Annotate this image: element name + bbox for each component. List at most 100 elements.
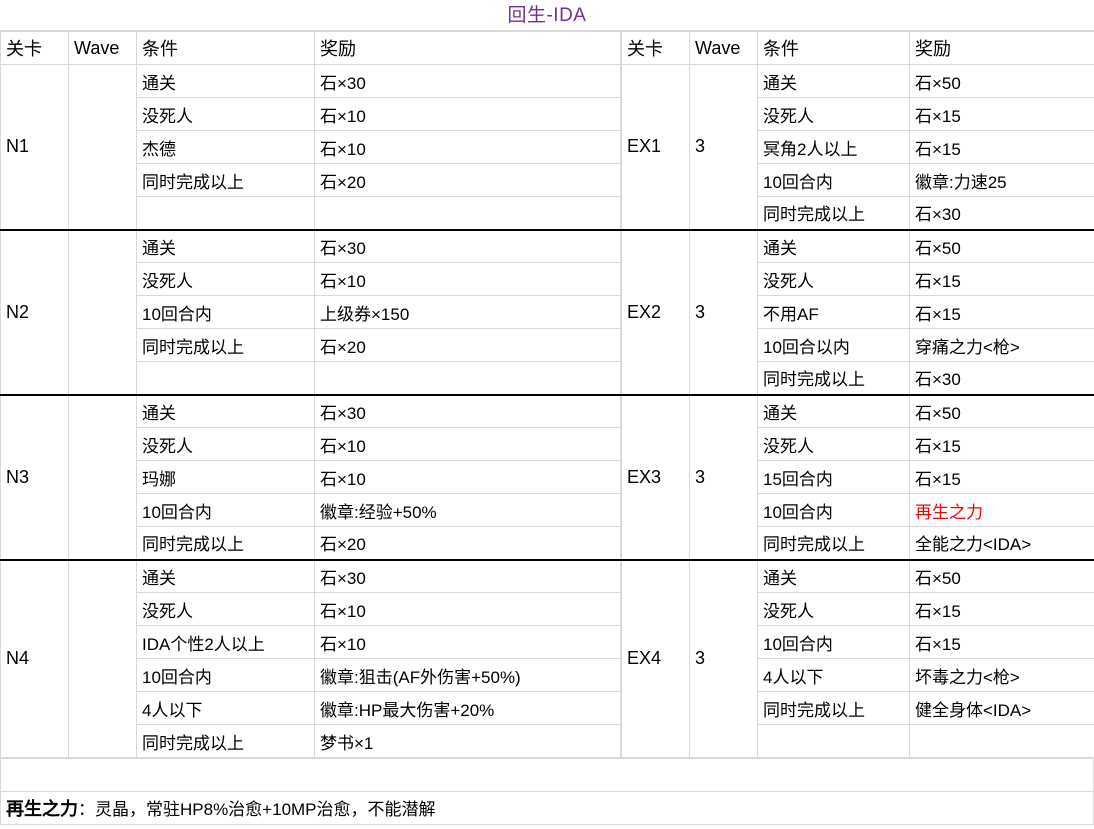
reward-cell: 石×50	[909, 558, 1094, 593]
table-header-row: 关卡 Wave 条件 奖励	[621, 31, 1094, 65]
spacer-row	[0, 758, 1094, 792]
table-row: EX2 3 通关 石×50	[621, 228, 1094, 395]
reward-cell: 石×15	[909, 295, 1094, 329]
reward-cell: 上级券×150	[314, 295, 621, 329]
tables-container: 关卡 Wave 条件 奖励 N1 通关 石×30 没死人 石×10 杰德 石×10 同时完成以…	[0, 31, 1094, 758]
table-row: N1 通关 石×30	[0, 64, 621, 230]
wave-cell: 3	[689, 393, 758, 560]
header-wave: Wave	[689, 31, 758, 65]
reward-cell: 石×30	[314, 393, 621, 428]
header-wave: Wave	[68, 31, 137, 65]
reward-cell: 徽章:狙击(AF外伤害+50%)	[314, 658, 621, 692]
reward-cell: 石×15	[909, 625, 1094, 659]
wave-cell	[68, 558, 137, 758]
reward-cell: 石×10	[314, 427, 621, 461]
stage-cell: EX1	[621, 64, 690, 230]
stage-cell: N3	[0, 393, 69, 560]
reward-cell: 梦书×1	[314, 724, 621, 758]
reward-cell: 坏毒之力<枪>	[909, 658, 1094, 692]
table-row: EX1 3 通关 石×50	[621, 64, 1094, 230]
condition-cell: 同时完成以上	[757, 526, 910, 561]
stage-cell: N4	[0, 558, 69, 758]
reward-cell: 徽章:力速25	[909, 163, 1094, 197]
condition-cell: 没死人	[757, 262, 910, 296]
condition-cell: 同时完成以上	[136, 328, 315, 362]
condition-cell: 没死人	[757, 427, 910, 461]
reward-cell: 石×50	[909, 393, 1094, 428]
reward-cell: 石×30	[909, 196, 1094, 231]
reward-cell: 石×20	[314, 163, 621, 197]
reward-cell: 石×30	[314, 64, 621, 98]
reward-cell: 石×10	[314, 592, 621, 626]
condition-cell: 10回合内	[136, 295, 315, 329]
condition-cell: 15回合内	[757, 460, 910, 494]
condition-cell	[136, 196, 315, 231]
reward-cell: 石×10	[314, 262, 621, 296]
stage-cell: EX4	[621, 558, 690, 758]
condition-cell: 同时完成以上	[136, 163, 315, 197]
reward-cell: 徽章:HP最大伤害+20%	[314, 691, 621, 725]
header-condition: 条件	[757, 31, 910, 65]
title-band: 回生-IDA	[0, 0, 1094, 31]
reward-cell: 石×30	[314, 228, 621, 263]
header-stage: 关卡	[621, 31, 690, 65]
reward-cell: 再生之力	[909, 493, 1094, 527]
condition-cell: 通关	[136, 228, 315, 263]
normal-stage-body: N1 通关 石×30 没死人 石×10 杰德 石×10 同时完成以上 石×20 N2 通关 石×30 没…	[0, 64, 621, 758]
condition-cell: 通关	[757, 393, 910, 428]
page-title: 回生-IDA	[507, 4, 587, 26]
table-row: EX4 3 通关 石×50	[621, 558, 1094, 758]
table-header-row: 关卡 Wave 条件 奖励	[0, 31, 621, 65]
reward-cell: 石×30	[314, 558, 621, 593]
header-condition: 条件	[136, 31, 315, 65]
wave-cell: 3	[689, 228, 758, 395]
stage-cell: EX3	[621, 393, 690, 560]
reward-cell	[909, 724, 1094, 758]
condition-cell: 同时完成以上	[757, 196, 910, 231]
condition-cell: 没死人	[757, 592, 910, 626]
extra-stage-table: 关卡 Wave 条件 奖励 EX1 3 通关 石×50 没死人 石×15 冥角2人以上 石×1…	[621, 31, 1094, 758]
table-row: EX3 3 通关 石×50	[621, 393, 1094, 560]
spacer-cell	[0, 758, 1094, 792]
condition-cell: 通关	[757, 558, 910, 593]
condition-cell: 不用AF	[757, 295, 910, 329]
footer-table: 再生之力：灵晶，常驻HP8%治愈+10MP治愈，不能潜解	[0, 758, 1094, 825]
table-row: N3 通关 石×30	[0, 393, 621, 560]
condition-cell: 通关	[757, 64, 910, 98]
table-row: N4 通关 石×30	[0, 558, 621, 758]
reward-cell: 石×50	[909, 228, 1094, 263]
condition-cell: 4人以下	[136, 691, 315, 725]
stage-cell: N2	[0, 228, 69, 395]
wave-cell	[68, 393, 137, 560]
reward-cell: 石×10	[314, 460, 621, 494]
condition-cell: 同时完成以上	[757, 691, 910, 725]
stage-cell: EX2	[621, 228, 690, 395]
reward-cell: 石×10	[314, 97, 621, 131]
condition-cell: 通关	[136, 393, 315, 428]
header-reward: 奖励	[909, 31, 1094, 65]
condition-cell: 通关	[136, 64, 315, 98]
spreadsheet-sheet: 回生-IDA 关卡 Wave 条件 奖励 N1 通关 石×30 没死人 石×10 杰德 石×…	[0, 0, 1094, 825]
header-reward: 奖励	[314, 31, 621, 65]
condition-cell: 杰德	[136, 130, 315, 164]
condition-cell: 没死人	[757, 97, 910, 131]
condition-cell: 4人以下	[757, 658, 910, 692]
wave-cell	[68, 228, 137, 395]
extra-stage-body: EX1 3 通关 石×50 没死人 石×15 冥角2人以上 石×15 10回合内 徽章:力速25 同…	[621, 64, 1094, 758]
condition-cell: 10回合内	[757, 163, 910, 197]
reward-cell: 石×20	[314, 328, 621, 362]
reward-cell: 石×30	[909, 361, 1094, 396]
reward-cell: 穿痛之力<枪>	[909, 328, 1094, 362]
wave-cell	[68, 64, 137, 230]
condition-cell: 没死人	[136, 97, 315, 131]
condition-cell: 玛娜	[136, 460, 315, 494]
reward-cell: 徽章:经验+50%	[314, 493, 621, 527]
reward-cell: 健全身体<IDA>	[909, 691, 1094, 725]
condition-cell	[757, 724, 910, 758]
reward-cell: 石×15	[909, 460, 1094, 494]
condition-cell: 冥角2人以上	[757, 130, 910, 164]
condition-cell: 通关	[136, 558, 315, 593]
condition-cell: 通关	[757, 228, 910, 263]
reward-cell: 石×15	[909, 130, 1094, 164]
reward-cell	[314, 361, 621, 396]
